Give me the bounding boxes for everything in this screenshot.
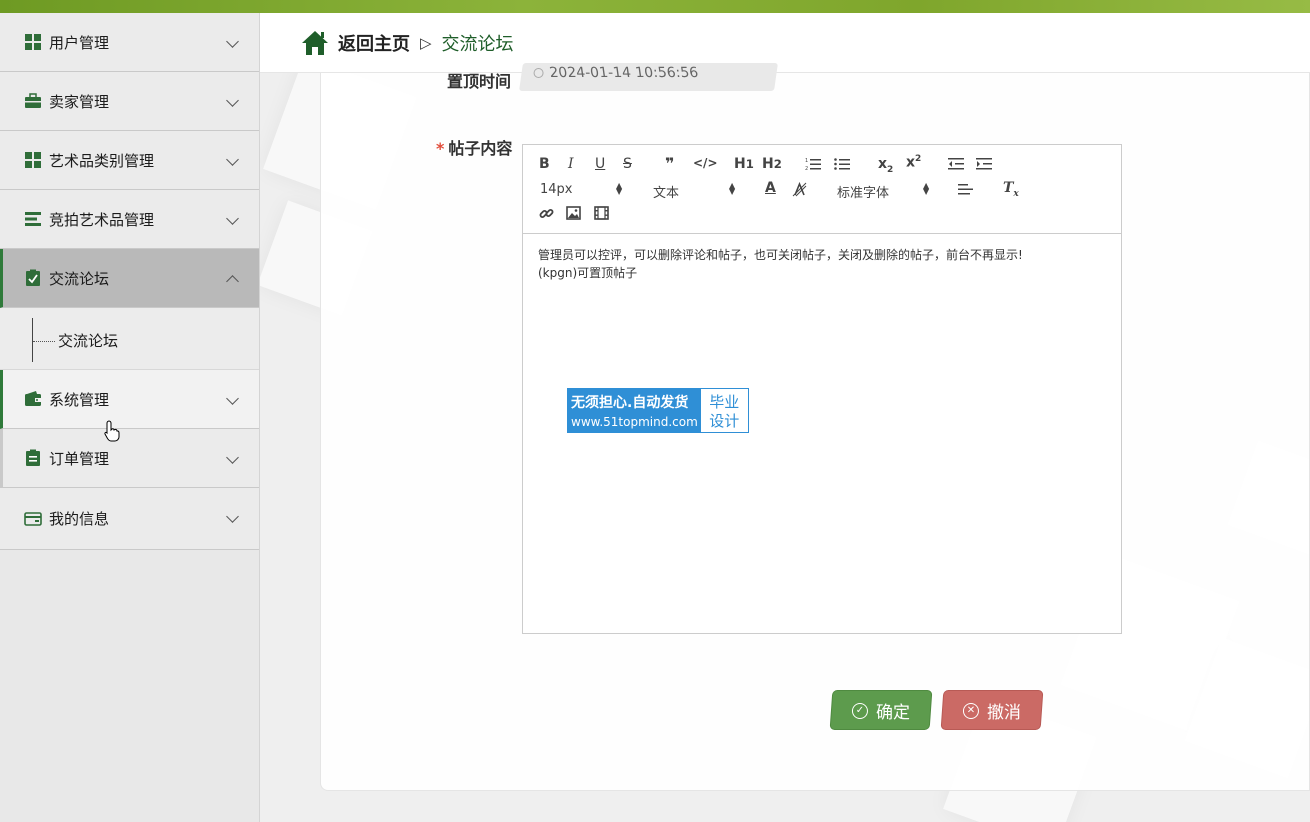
editor-toolbar: B I U S ❞ </> H1 H2 12 x2 x2 14px ▲ ▼ 文本 …: [523, 145, 1121, 234]
chevron-down-icon: [226, 392, 239, 405]
home-icon[interactable]: [300, 29, 330, 57]
list-icon: [25, 212, 41, 226]
outdent-icon[interactable]: [948, 157, 964, 171]
bold-button[interactable]: B: [539, 156, 550, 172]
content-label: * 帖子内容: [436, 135, 512, 159]
sidebar-item-label: 订单管理: [49, 449, 110, 468]
sidebar-item-label: 艺术品类别管理: [49, 151, 155, 170]
sidebar: 用户管理 卖家管理 艺术品类别管理 竞拍艺术品管理 交流论坛 交流论坛 系统管理…: [0, 13, 260, 822]
close-circle-icon: ✕: [963, 702, 979, 718]
underline-button[interactable]: U: [595, 156, 605, 172]
top-time-value: 2024-01-14 10:56:56: [548, 65, 700, 81]
italic-button[interactable]: I: [568, 156, 574, 172]
chevron-up-icon: [226, 275, 239, 288]
editor-content[interactable]: 管理员可以控评，可以删除评论和帖子，也可关闭帖子，关闭及删除的帖子，前台不再显示…: [523, 234, 1121, 294]
cancel-button-label: 撤消: [987, 702, 1021, 723]
video-icon[interactable]: [594, 206, 609, 220]
sidebar-item-label: 用户管理: [49, 33, 110, 52]
check-circle-icon: ✓: [852, 702, 868, 718]
sidebar-item-system-management[interactable]: 系统管理: [0, 370, 259, 429]
breadcrumb-separator: ▷: [420, 33, 432, 52]
select-arrows-icon: ▲ ▼: [616, 181, 623, 196]
heading-1-button[interactable]: H1: [734, 156, 754, 172]
ordered-list-icon[interactable]: 12: [805, 157, 821, 171]
sidebar-item-art-category-management[interactable]: 艺术品类别管理: [0, 131, 259, 190]
top-banner-strip: [0, 0, 1310, 13]
tree-line: [32, 318, 33, 362]
clock-icon: [533, 68, 544, 78]
sidebar-item-label: 我的信息: [49, 510, 110, 528]
watermark-side-line2: 设计: [709, 412, 740, 430]
background-color-icon[interactable]: [792, 182, 807, 197]
card-icon: [24, 511, 42, 526]
font-color-icon[interactable]: A: [765, 180, 776, 196]
breadcrumb-home-link[interactable]: 返回主页: [338, 30, 410, 56]
content-line: (kpgn)可置顶帖子: [538, 266, 638, 280]
text-style-select[interactable]: 文本: [653, 182, 679, 201]
grid-icon: [25, 34, 41, 50]
watermark-badge: 无须担心.自动发货 www.51topmind.com 毕业 设计: [566, 387, 750, 434]
sidebar-item-auction-art-management[interactable]: 竞拍艺术品管理: [0, 190, 259, 249]
tree-branch: [33, 341, 55, 342]
watermark-text: 无须担心.自动发货 www.51topmind.com: [567, 388, 700, 433]
clear-format-icon[interactable]: Tx: [1003, 180, 1019, 199]
confirm-button-label: 确定: [876, 702, 910, 723]
chevron-down-icon: [226, 94, 239, 107]
sidebar-item-order-management[interactable]: 订单管理: [0, 429, 259, 488]
sidebar-item-my-info[interactable]: 我的信息: [0, 488, 259, 550]
sidebar-subitem-label: 交流论坛: [58, 332, 119, 350]
svg-text:2: 2: [805, 166, 808, 171]
blockquote-icon[interactable]: ❞: [665, 154, 674, 173]
rich-text-editor[interactable]: B I U S ❞ </> H1 H2 12 x2 x2 14px ▲ ▼ 文本 …: [522, 144, 1122, 634]
watermark-line2: www.51topmind.com: [571, 415, 698, 429]
font-size-select[interactable]: 14px: [540, 182, 573, 197]
watermark-side-line1: 毕业: [709, 393, 740, 411]
bullet-list-icon[interactable]: [834, 157, 850, 171]
heading-2-button[interactable]: H2: [762, 156, 782, 172]
chevron-down-icon: [226, 510, 239, 523]
chevron-down-icon: [226, 212, 239, 225]
select-arrows-icon: ▲ ▼: [729, 181, 736, 196]
select-arrows-icon: ▲ ▼: [923, 181, 930, 196]
form-panel: 置顶时间 2024-01-14 10:56:56 * 帖子内容 B I U S ❞…: [320, 63, 1310, 791]
confirm-button[interactable]: ✓ 确定: [829, 690, 933, 730]
required-mark: *: [436, 139, 445, 158]
chevron-down-icon: [226, 35, 239, 48]
code-block-icon[interactable]: </>: [693, 156, 718, 170]
superscript-button[interactable]: x2: [906, 154, 921, 171]
wallet-icon: [25, 391, 41, 406]
align-left-icon[interactable]: [958, 183, 973, 196]
svg-text:1: 1: [805, 158, 808, 164]
clipboard-check-icon: [26, 269, 40, 286]
sidebar-item-user-management[interactable]: 用户管理: [0, 13, 259, 72]
content-line: 管理员可以控评，可以删除评论和帖子，也可关闭帖子，关闭及删除的帖子，前台不再显示…: [538, 248, 1023, 262]
link-icon[interactable]: [539, 206, 554, 221]
top-time-field[interactable]: 2024-01-14 10:56:56: [519, 63, 778, 91]
watermark-side: 毕业 设计: [700, 389, 748, 432]
clipboard-icon: [26, 449, 40, 466]
watermark-line1: 无须担心.自动发货: [571, 395, 689, 411]
strike-button[interactable]: S: [623, 156, 632, 172]
sidebar-item-label: 交流论坛: [49, 269, 110, 288]
indent-icon[interactable]: [976, 157, 992, 171]
sidebar-item-label: 系统管理: [49, 390, 110, 409]
content-label-text: 帖子内容: [448, 139, 513, 158]
hand-cursor-icon: [104, 420, 120, 442]
sidebar-item-seller-management[interactable]: 卖家管理: [0, 72, 259, 131]
grid-icon: [25, 152, 41, 168]
cancel-button[interactable]: ✕ 撤消: [940, 690, 1044, 730]
chevron-down-icon: [226, 451, 239, 464]
chevron-down-icon: [226, 153, 239, 166]
briefcase-icon: [25, 93, 41, 108]
sidebar-item-forum[interactable]: 交流论坛: [0, 249, 259, 308]
subscript-button[interactable]: x2: [878, 156, 893, 175]
sidebar-item-label: 竞拍艺术品管理: [49, 210, 155, 229]
sidebar-item-label: 卖家管理: [49, 92, 110, 111]
font-family-select[interactable]: 标准字体: [837, 182, 889, 201]
image-icon[interactable]: [566, 206, 581, 220]
top-time-label: 置顶时间: [447, 72, 512, 91]
breadcrumb-current: 交流论坛: [441, 33, 514, 55]
breadcrumb: 返回主页 ▷ 交流论坛: [260, 13, 1310, 73]
sidebar-subitem-forum[interactable]: 交流论坛: [0, 308, 259, 370]
